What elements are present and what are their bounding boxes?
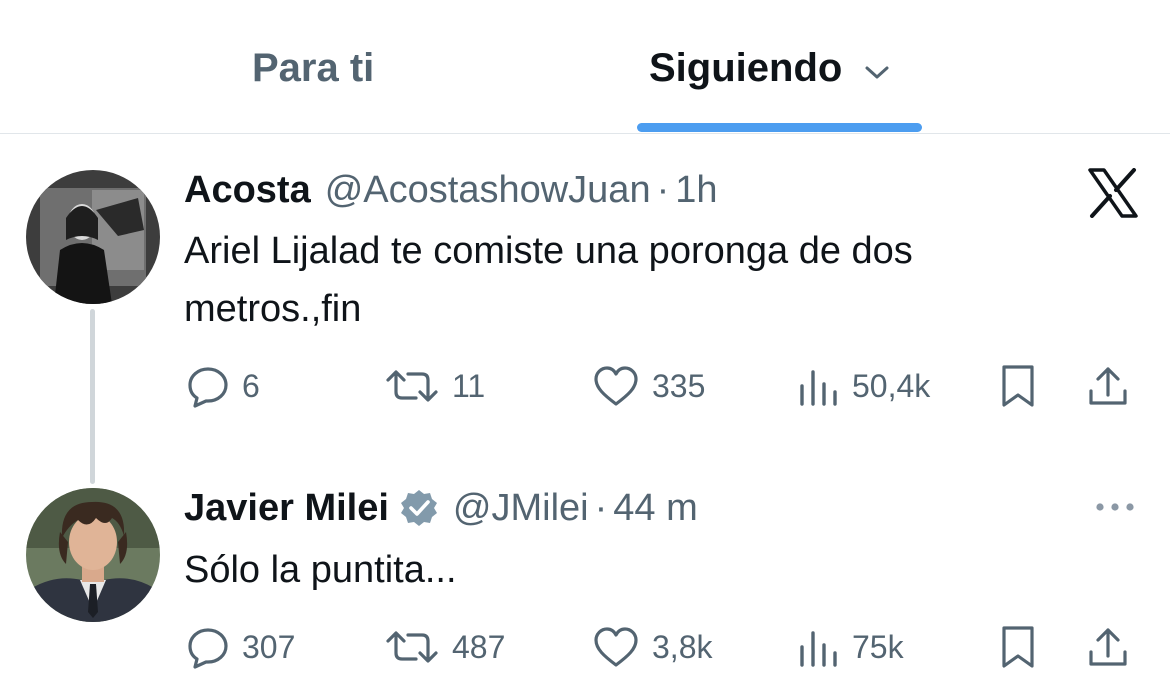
- bookmark-button[interactable]: [998, 619, 1038, 675]
- reply-count: 307: [242, 628, 296, 665]
- post-actions: 307 487 3,8k 75k: [186, 619, 1146, 675]
- author-name[interactable]: Acosta: [184, 169, 311, 212]
- views-button[interactable]: 50,4k: [796, 358, 930, 414]
- more-icon[interactable]: [1094, 494, 1136, 525]
- reply-button[interactable]: 6: [186, 358, 260, 414]
- post-text: Ariel Lijalad te comiste una poronga de …: [184, 230, 913, 330]
- retweet-icon: [384, 625, 440, 669]
- post-header: Javier Milei @JMilei · 44 m: [184, 480, 698, 536]
- bookmark-icon: [998, 624, 1038, 670]
- like-icon: [592, 364, 640, 408]
- bookmark-icon: [998, 363, 1038, 409]
- post-header: Acosta @AcostashowJuan · 1h: [184, 162, 718, 218]
- reply-button[interactable]: 307: [186, 619, 295, 675]
- share-button[interactable]: [1086, 619, 1130, 675]
- avatar[interactable]: [26, 488, 160, 622]
- views-icon: [796, 364, 840, 408]
- repost-button[interactable]: 11: [384, 358, 485, 414]
- tab-for-you-label: Para ti: [252, 45, 375, 90]
- share-button[interactable]: [1086, 358, 1130, 414]
- author-handle[interactable]: @AcostashowJuan: [325, 169, 651, 212]
- author-handle[interactable]: @JMilei: [453, 487, 589, 530]
- repost-count: 487: [452, 628, 506, 665]
- tab-following-label: Siguiendo: [649, 45, 843, 90]
- author-name[interactable]: Javier Milei: [184, 487, 389, 530]
- like-count: 3,8k: [652, 628, 713, 665]
- post-actions: 6 11 335 50,4k: [186, 358, 1146, 414]
- x-logo-icon: [1086, 168, 1140, 223]
- share-icon: [1086, 363, 1130, 409]
- post-time[interactable]: 1h: [675, 169, 717, 212]
- active-tab-indicator: [637, 123, 922, 132]
- avatar[interactable]: [26, 170, 160, 304]
- chevron-down-icon[interactable]: [864, 46, 890, 91]
- like-button[interactable]: 3,8k: [592, 619, 712, 675]
- separator-dot: ·: [656, 168, 670, 211]
- views-count: 75k: [852, 628, 904, 665]
- retweet-icon: [384, 364, 440, 408]
- repost-button[interactable]: 487: [384, 619, 505, 675]
- views-count: 50,4k: [852, 367, 931, 404]
- separator-dot: ·: [594, 486, 608, 529]
- bookmark-button[interactable]: [998, 358, 1038, 414]
- like-count: 335: [652, 367, 706, 404]
- tab-for-you[interactable]: Para ti: [252, 40, 374, 96]
- post-text: Sólo la puntita...: [184, 549, 457, 591]
- timeline-tabs: Para ti Siguiendo: [0, 0, 1170, 134]
- views-icon: [796, 625, 840, 669]
- reply-icon: [186, 364, 230, 408]
- post-time[interactable]: 44 m: [613, 487, 697, 530]
- like-icon: [592, 625, 640, 669]
- repost-count: 11: [452, 367, 486, 404]
- verified-badge-icon: [399, 488, 439, 528]
- reply-count: 6: [242, 367, 260, 404]
- thread-connector: [90, 309, 95, 484]
- views-button[interactable]: 75k: [796, 619, 904, 675]
- share-icon: [1086, 624, 1130, 670]
- like-button[interactable]: 335: [592, 358, 705, 414]
- tab-following[interactable]: Siguiendo: [649, 40, 890, 96]
- reply-icon: [186, 625, 230, 669]
